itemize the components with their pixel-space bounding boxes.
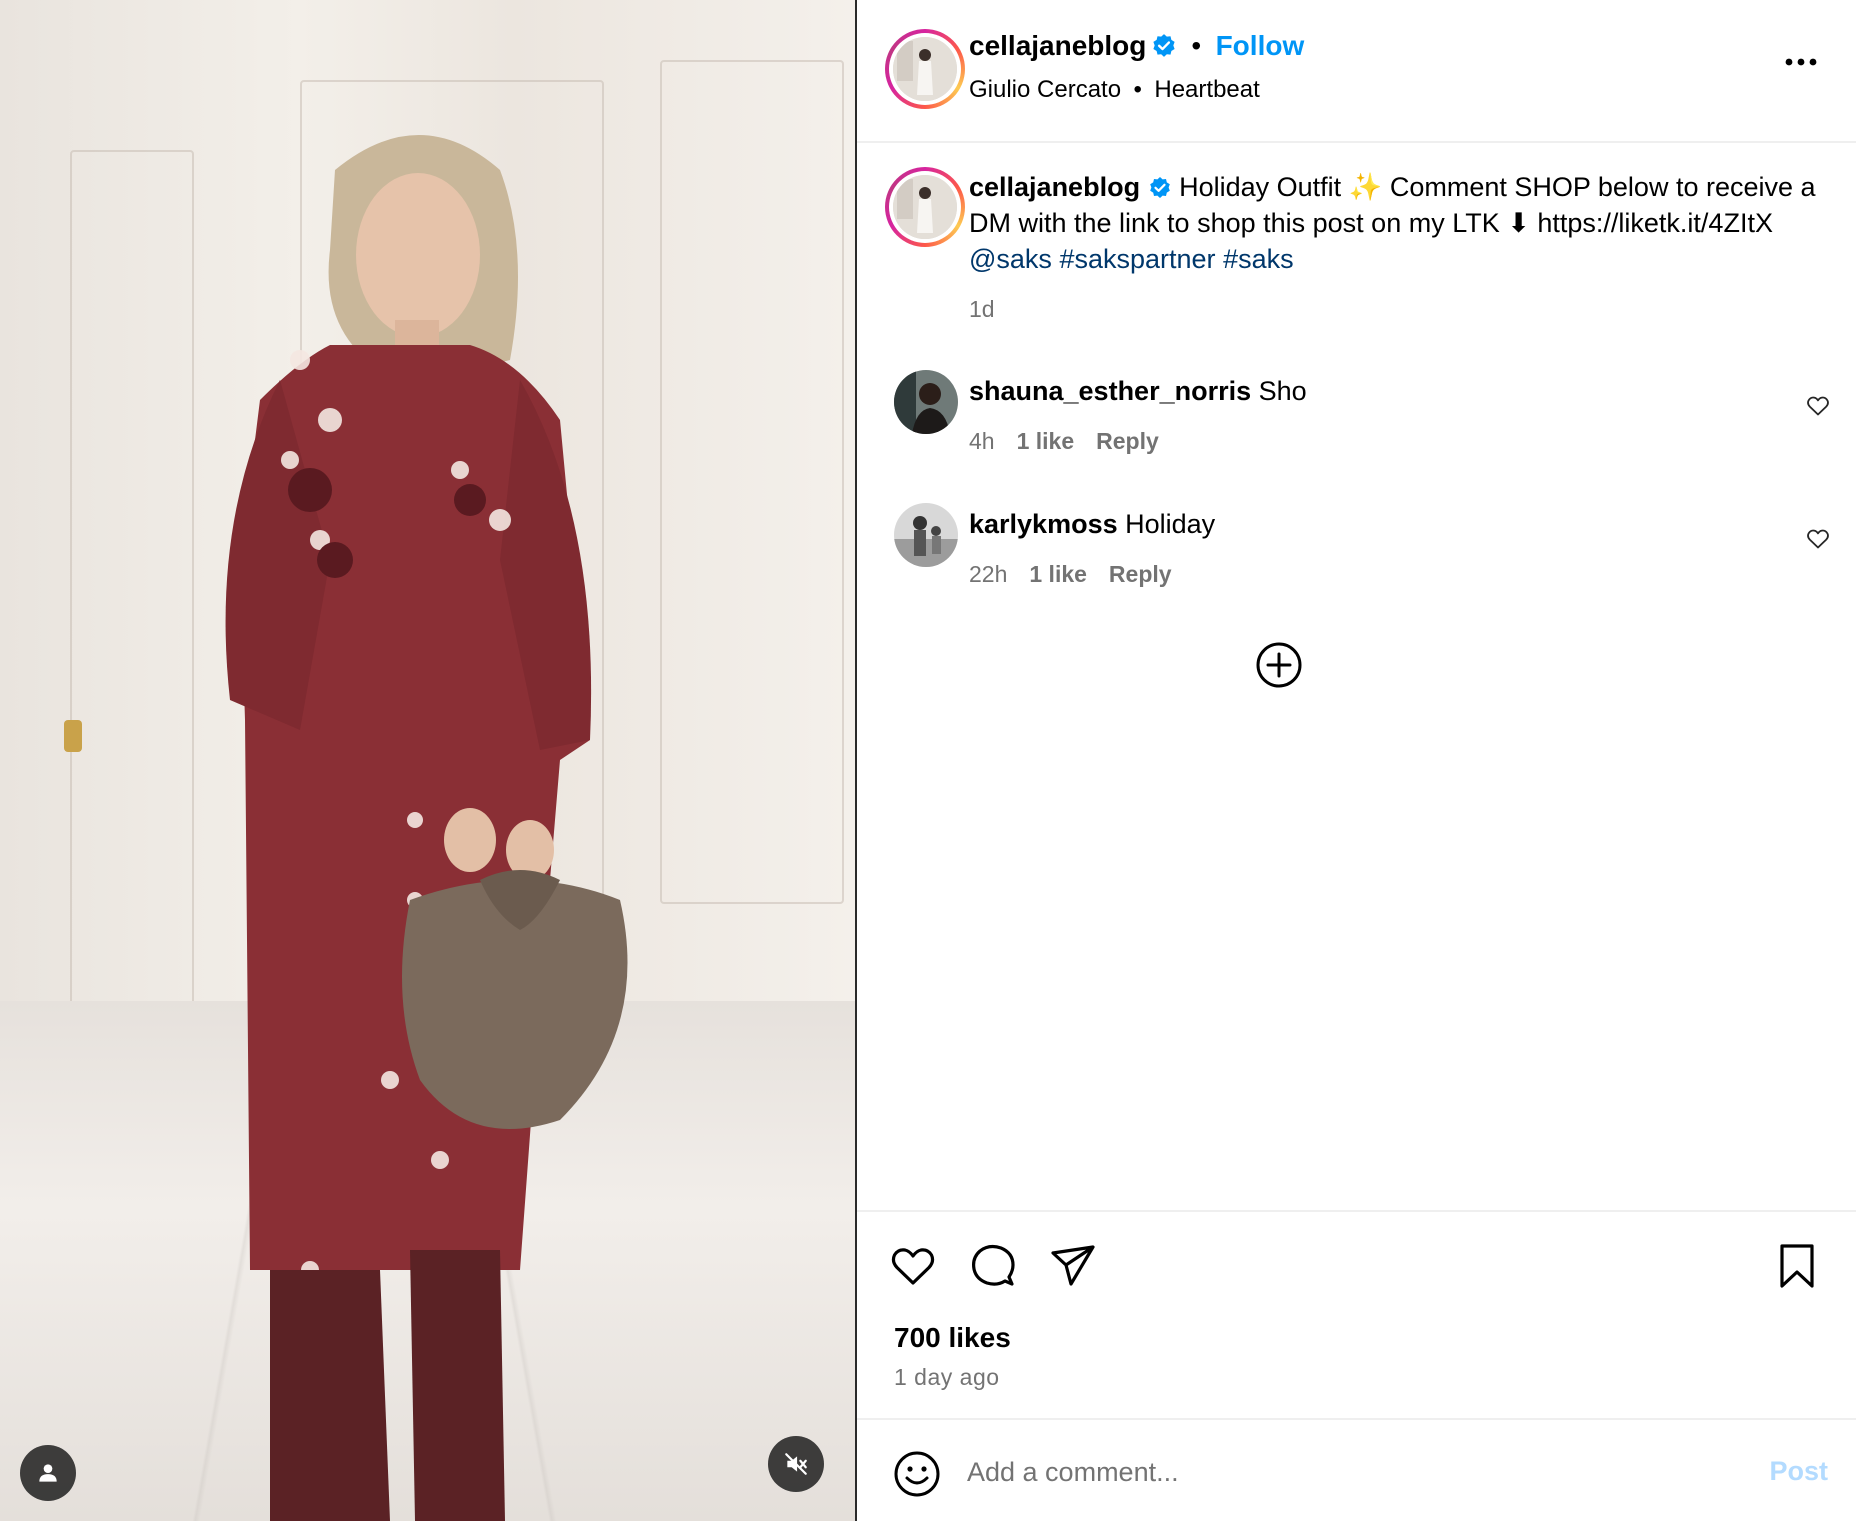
- muted-speaker-icon: [785, 1453, 807, 1475]
- avatar-photo: [893, 175, 957, 239]
- post-date: 1 day ago: [894, 1364, 1000, 1390]
- audio-attribution[interactable]: Giulio Cercato • Heartbeat: [969, 76, 1260, 104]
- commenter-avatar[interactable]: [894, 503, 958, 567]
- comment-username[interactable]: shauna_esther_norris: [969, 376, 1251, 406]
- follow-button[interactable]: Follow: [1216, 30, 1305, 61]
- post-comment-button[interactable]: Post: [1769, 1456, 1828, 1487]
- caption-link: https://liketk.it/4ZItX: [1537, 208, 1773, 238]
- tagged-users-button[interactable]: [20, 1445, 76, 1501]
- caption-body-start: Holiday Outfit: [1179, 172, 1342, 202]
- comment-text: Holiday: [1125, 509, 1216, 539]
- woman-in-red-dress: [64, 135, 628, 1521]
- avatar-photo: [893, 37, 957, 101]
- emoji-icon[interactable]: [893, 1450, 941, 1498]
- bookmark-icon[interactable]: [1773, 1242, 1821, 1290]
- more-horizontal-icon[interactable]: [1784, 55, 1818, 69]
- post-video[interactable]: [0, 0, 855, 1521]
- avatar-photo: [894, 370, 958, 434]
- comment-time: 22h: [969, 561, 1008, 587]
- comment-reply-button[interactable]: Reply: [1109, 561, 1172, 587]
- avatar-photo: [894, 503, 958, 567]
- comment-like-count[interactable]: 1 like: [1017, 428, 1075, 454]
- comment-input[interactable]: [967, 1446, 1667, 1498]
- sparkles-emoji: ✨: [1348, 172, 1383, 202]
- comment-item: karlykmoss Holiday 22h 1 like Reply: [857, 503, 1856, 613]
- action-bar: 700 likes 1 day ago: [857, 1210, 1856, 1422]
- audio-artist: Giulio Cercato: [969, 76, 1122, 103]
- comment-item: shauna_esther_norris Sho 4h 1 like Reply: [857, 370, 1856, 480]
- caption-username[interactable]: cellajaneblog: [969, 172, 1140, 202]
- post-details-panel: cellajaneblog • Follow Giulio Cercato • …: [857, 0, 1856, 1521]
- like-count[interactable]: 700 likes: [894, 1322, 1011, 1354]
- comment-text: Sho: [1258, 376, 1307, 406]
- comment-composer: Post: [857, 1418, 1856, 1523]
- hashtag-sakspartner[interactable]: #sakspartner: [1059, 244, 1215, 274]
- caption-timestamp: 1d: [969, 296, 995, 322]
- mention-saks[interactable]: @saks: [969, 244, 1052, 274]
- audio-title: Heartbeat: [1154, 76, 1260, 103]
- share-icon[interactable]: [1049, 1242, 1097, 1290]
- heart-icon[interactable]: [889, 1242, 937, 1290]
- comment-icon[interactable]: [969, 1242, 1017, 1290]
- caption-text: cellajaneblog Holiday Outfit ✨ Comment S…: [969, 169, 1819, 327]
- comment-heart-icon[interactable]: [1806, 527, 1830, 551]
- post-viewer: cellajaneblog • Follow Giulio Cercato • …: [0, 0, 1856, 1521]
- verified-badge-icon: [1153, 34, 1175, 57]
- down-arrow-emoji: ⬇: [1507, 208, 1530, 238]
- hashtag-saks[interactable]: #saks: [1223, 244, 1294, 274]
- mute-toggle-button[interactable]: [768, 1436, 824, 1492]
- author-username[interactable]: cellajaneblog: [969, 30, 1146, 61]
- caption-author-avatar[interactable]: [885, 167, 965, 247]
- comment-time: 4h: [969, 428, 995, 454]
- audio-separator: •: [1133, 76, 1142, 103]
- comment-like-count[interactable]: 1 like: [1029, 561, 1087, 587]
- header-separator: •: [1191, 30, 1202, 61]
- comment-reply-button[interactable]: Reply: [1096, 428, 1159, 454]
- post-header: cellajaneblog • Follow Giulio Cercato • …: [857, 0, 1856, 143]
- load-more-comments-icon[interactable]: [1255, 641, 1303, 689]
- comment-heart-icon[interactable]: [1806, 394, 1830, 418]
- user-tag-icon: [39, 1464, 57, 1482]
- comment-username[interactable]: karlykmoss: [969, 509, 1118, 539]
- commenter-avatar[interactable]: [894, 370, 958, 434]
- author-avatar[interactable]: [885, 29, 965, 109]
- verified-badge-icon: [1149, 177, 1170, 198]
